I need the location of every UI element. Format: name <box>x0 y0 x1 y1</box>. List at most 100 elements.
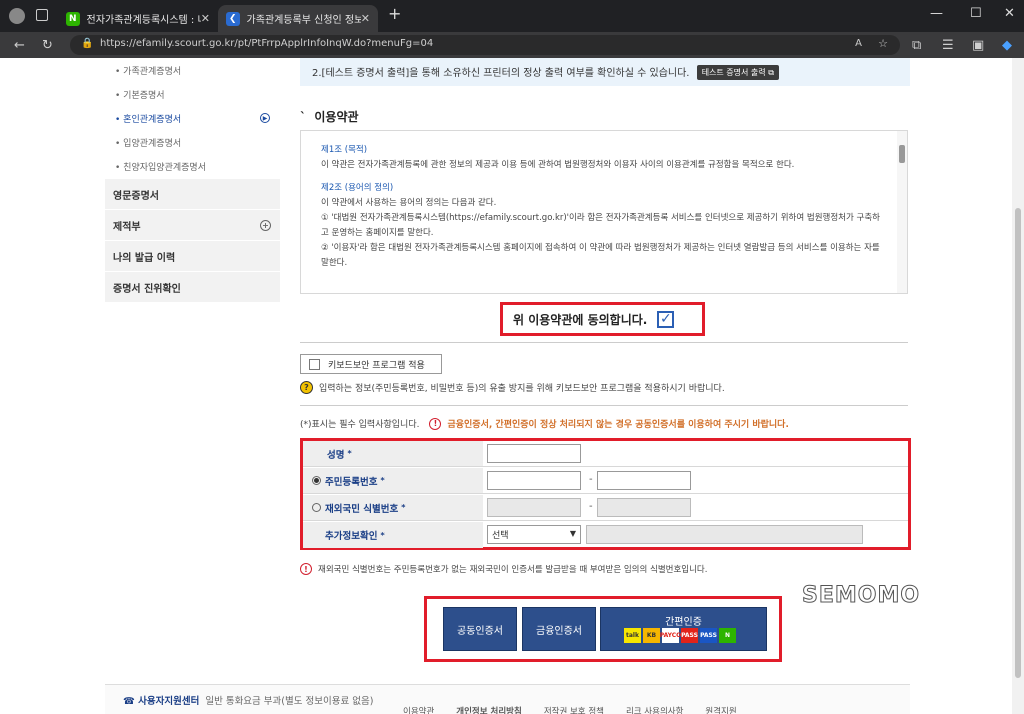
favorites-icon[interactable]: ☰ <box>942 38 954 53</box>
extra-info-input[interactable] <box>586 525 863 544</box>
foreign-id-front-input[interactable] <box>487 498 581 517</box>
page-scroll-thumb[interactable] <box>1015 208 1021 678</box>
extra-info-label: 추가정보확인 * <box>303 522 483 548</box>
sidebar-item-basic-cert[interactable]: • 기본증명서 <box>105 82 280 106</box>
foreign-id-note-text: 재외국민 식별번호는 주민등록번호가 없는 재외국민이 인증서를 발급받을 때 … <box>318 565 708 575</box>
footer-link[interactable]: 개인정보 처리방침 <box>456 705 522 714</box>
footer-link[interactable]: 저작권 보호 정책 <box>544 705 604 714</box>
sidebar-item-removed-register[interactable]: 제적부 + <box>105 209 280 240</box>
notice-line: 2.[테스트 증명서 출력]을 통해 소유하신 프린터의 정상 출력 여부를 확… <box>312 64 779 80</box>
keyboard-security-checkbox[interactable]: 키보드보안 프로그램 적용 <box>300 354 442 374</box>
sidebar-item-marriage-cert[interactable]: • 혼인관계증명서 ▶ <box>105 106 280 130</box>
sidebar-item-adoption-cert[interactable]: • 입양관계증명서 <box>105 130 280 154</box>
terms-title: 이용약관 <box>314 110 359 124</box>
auth-buttons-box: 공동인증서 금융인증서 간편인증 talk KB PAYCO PASS PASS… <box>424 596 782 662</box>
agree-box[interactable]: 위 이용약관에 동의합니다. ✓ <box>500 302 705 336</box>
warning-icon: ! <box>300 563 312 575</box>
foreign-id-back-input[interactable] <box>597 498 691 517</box>
financial-cert-button[interactable]: 금융인증서 <box>522 607 596 651</box>
test-print-button[interactable]: 테스트 증명서 출력 ⧉ <box>696 65 779 80</box>
foreign-id-radio[interactable] <box>312 503 321 512</box>
watermark: SEMOMO <box>801 583 921 609</box>
naver-favicon-icon: N <box>66 11 80 26</box>
form-row-name: 성명 * <box>303 441 908 467</box>
article-item: ② '이용자'라 함은 대법원 전자가족관계등록시스템 홈페이지에 접속하여 이… <box>321 243 880 268</box>
profile-avatar[interactable] <box>9 8 25 24</box>
joint-cert-label: 공동인증서 <box>457 625 503 637</box>
tab-naver[interactable]: N 전자가족관계등록시스템 : 네이버 ✕ <box>58 5 218 32</box>
new-tab-icon[interactable]: + <box>388 4 401 23</box>
sidebar-item-label: • 가족관계증명서 <box>115 66 182 77</box>
article-text: 이 약관은 전자가족관계등록에 관한 정보의 제공과 이용 등에 관하여 법원행… <box>321 160 795 170</box>
article-item: ① '대법원 전자가족관계등록시스템(https://efamily.scour… <box>321 213 880 238</box>
sidebar-item-label: • 친양자입양관계증명서 <box>115 162 206 173</box>
sidebar-item-family-cert[interactable]: • 가족관계증명서 <box>105 58 280 82</box>
url-field[interactable]: 🔒 https://efamily.scourt.go.kr/pt/PtFrrp… <box>70 35 900 55</box>
refresh-icon[interactable]: ↻ <box>42 38 53 53</box>
rrn-back-input[interactable] <box>597 471 691 490</box>
extra-info-select[interactable]: 선택 ▼ <box>487 525 581 544</box>
agree-checkbox[interactable]: ✓ <box>657 310 675 328</box>
extensions-icon[interactable]: ⧉ <box>912 38 921 53</box>
simple-auth-label: 간편인증 <box>665 617 702 628</box>
terms-content: 제1조 (목적) 이 약관은 전자가족관계등록에 관한 정보의 제공과 이용 등… <box>301 131 907 283</box>
footer-link[interactable]: 원격지원 <box>705 705 736 714</box>
terms-box[interactable]: 제1조 (목적) 이 약관은 전자가족관계등록에 관한 정보의 제공과 이용 등… <box>300 130 908 294</box>
applicant-form: 성명 * 주민등록번호 * - 재외국민 식별번호 * - 추가정보확인 * 선택 ▼ <box>300 438 911 550</box>
rrn-label[interactable]: 주민등록번호 * <box>303 468 483 493</box>
tab-efamily[interactable]: ❮ 가족관계등록부 신청인 정보 조회 ✕ <box>218 5 378 32</box>
collections-icon[interactable]: ▣ <box>972 38 984 53</box>
terms-scroll-thumb[interactable] <box>899 145 905 163</box>
joint-cert-button[interactable]: 공동인증서 <box>443 607 517 651</box>
rrn-front-input[interactable] <box>487 471 581 490</box>
support-center: ☎ 사용자지원센터 일반 통화요금 부과(별도 정보이용료 없음) <box>123 693 373 707</box>
kakao-talk-icon: talk <box>624 628 641 643</box>
read-aloud-icon[interactable]: A <box>855 38 862 49</box>
web-page: • 가족관계증명서 • 기본증명서 • 혼인관계증명서 ▶ • 입양관계증명서 •… <box>0 58 1012 714</box>
simple-auth-button[interactable]: 간편인증 talk KB PAYCO PASS PASS N <box>600 607 767 651</box>
rrn-radio[interactable] <box>312 476 321 485</box>
simple-auth-logos: talk KB PAYCO PASS PASS N <box>624 628 736 643</box>
name-label: 성명 * <box>303 441 483 466</box>
rrn-label-text: 주민등록번호 <box>325 476 378 488</box>
foreign-id-label[interactable]: 재외국민 식별번호 * <box>303 495 483 520</box>
close-tab-icon[interactable]: ✕ <box>361 12 370 25</box>
article-text: 이 약관에서 사용하는 용어의 정의는 다음과 같다. <box>321 198 497 208</box>
dropdown-arrow-icon: ▼ <box>569 529 576 538</box>
page-scrollbar[interactable] <box>1012 58 1024 714</box>
form-row-extra: 추가정보확인 * 선택 ▼ <box>303 522 908 548</box>
terms-scrollbar[interactable] <box>897 131 907 293</box>
expand-plus-icon[interactable]: + <box>260 220 271 231</box>
section-title-terms: ˋ 이용약관 <box>300 110 359 124</box>
samsung-pass-icon: PASS <box>700 628 717 643</box>
close-window-icon[interactable]: ✕ <box>1004 6 1015 21</box>
copilot-icon[interactable]: ◆ <box>1002 38 1012 53</box>
pass-icon: PASS <box>681 628 698 643</box>
sidebar-item-my-history[interactable]: 나의 발급 이력 <box>105 240 280 271</box>
test-print-button-label: 테스트 증명서 출력 <box>701 68 766 77</box>
keyboard-info: ? 입력하는 정보(주민등록번호, 비밀번호 등)의 유출 방지를 위해 키보드… <box>300 381 725 394</box>
tab-title: 전자가족관계등록시스템 : 네이버 <box>86 15 201 26</box>
name-input[interactable] <box>487 444 581 463</box>
footer-link[interactable]: 이용약관 <box>403 705 434 714</box>
foreign-id-note: ! 재외국민 식별번호는 주민등록번호가 없는 재외국민이 인증서를 발급받을 … <box>300 563 707 575</box>
agree-label: 위 이용약관에 동의합니다. <box>513 312 648 327</box>
tab-actions-icon[interactable] <box>36 9 48 21</box>
sidebar-item-full-adoption-cert[interactable]: • 친양자입양관계증명서 <box>105 154 280 178</box>
notice-text: 2.[테스트 증명서 출력]을 통해 소유하신 프린터의 정상 출력 여부를 확… <box>312 68 690 79</box>
maximize-icon[interactable]: ☐ <box>970 6 982 21</box>
footer-link[interactable]: 리크 사용의사항 <box>626 705 683 714</box>
favorite-star-icon[interactable]: ☆ <box>878 37 888 50</box>
close-tab-icon[interactable]: ✕ <box>201 12 210 25</box>
naver-icon: N <box>719 628 736 643</box>
minimize-icon[interactable]: — <box>930 6 943 21</box>
warning-text: 금융인증서, 간편인증이 정상 처리되지 않는 경우 공동인증서를 이용하여 주… <box>447 420 789 430</box>
form-row-foreign-id: 재외국민 식별번호 * - <box>303 495 908 521</box>
sidebar-item-verify-cert[interactable]: 증명서 진위확인 <box>105 271 280 302</box>
sidebar-item-label: 영문증명서 <box>113 190 159 202</box>
sidebar-item-english-cert[interactable]: 영문증명서 <box>105 178 280 209</box>
sidebar-item-label: 증명서 진위확인 <box>113 283 181 295</box>
back-icon[interactable]: ← <box>14 38 25 53</box>
required-note: (*)표시는 필수 입력사항입니다. <box>300 420 420 430</box>
sidebar-item-label: • 기본증명서 <box>115 90 165 101</box>
